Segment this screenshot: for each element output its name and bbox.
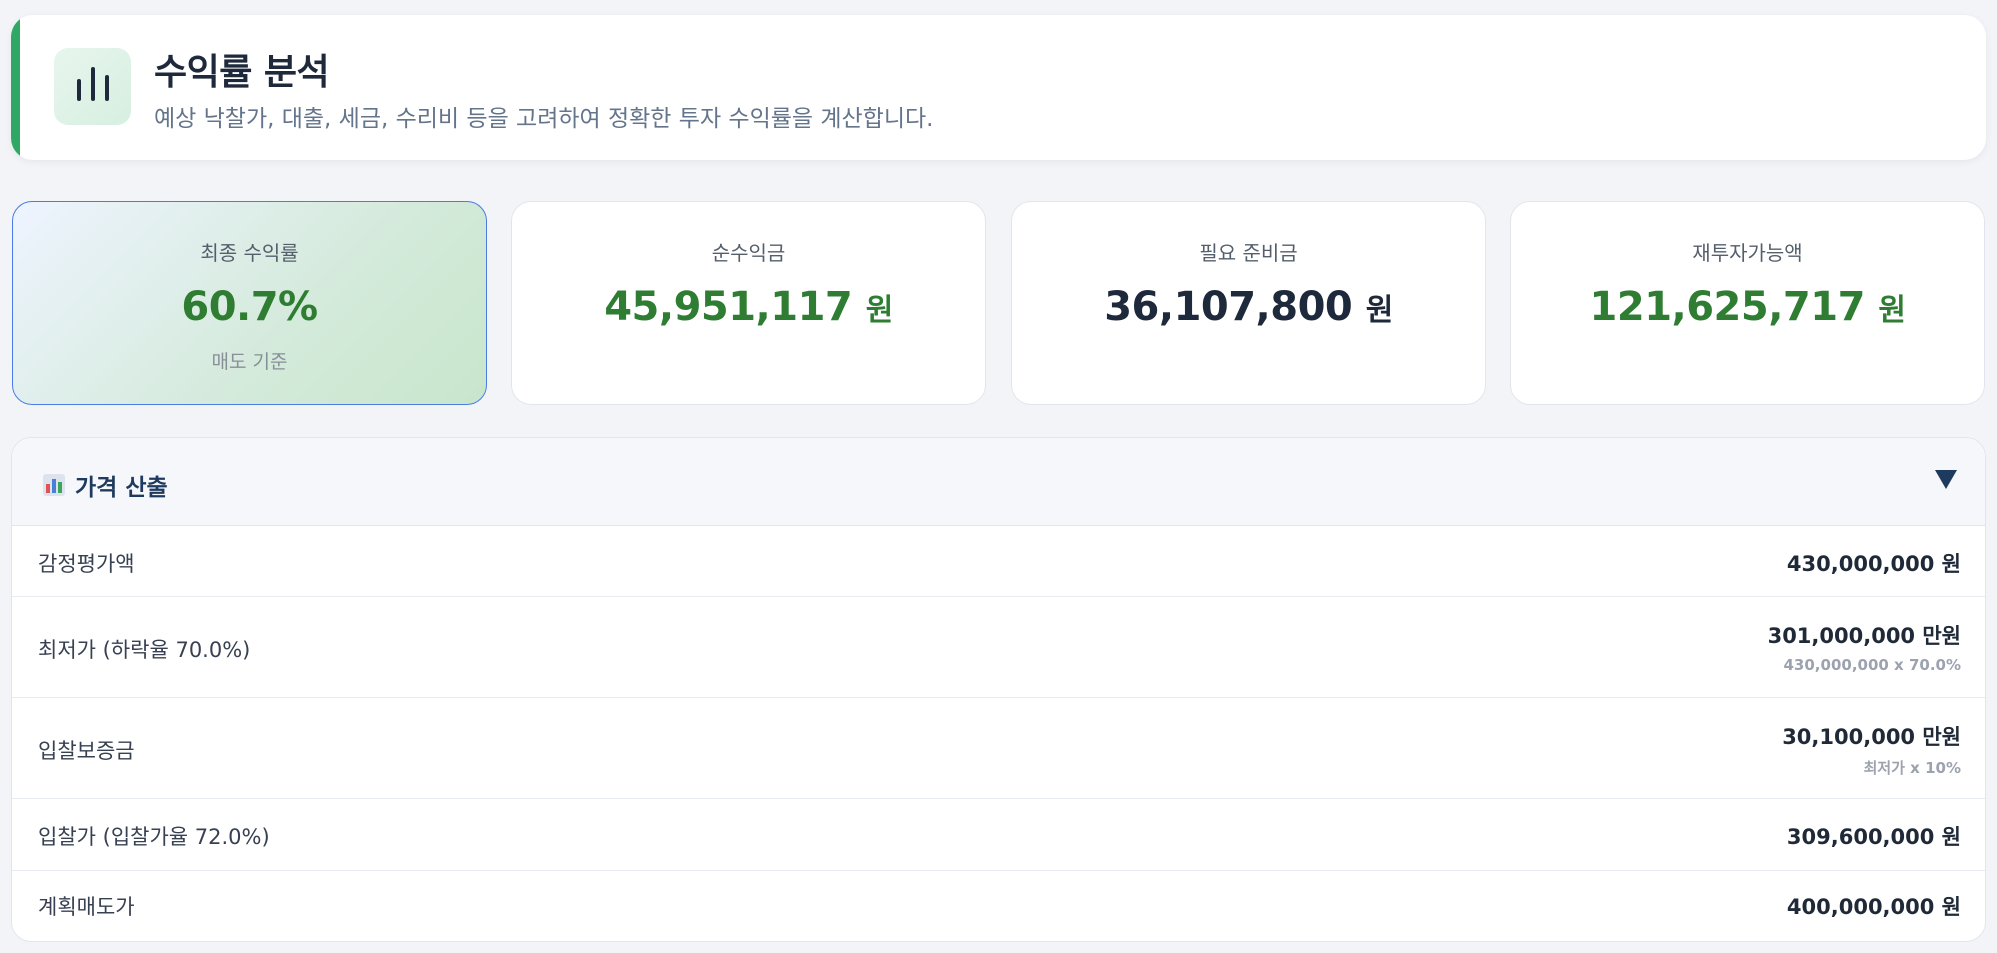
stat-unit: 원 (1878, 293, 1906, 328)
row-formula: 430,000,000 x 70.0% (1783, 656, 1962, 674)
row-value: 30,100,000 만원 (1782, 725, 1961, 749)
price-calculation-panel: 가격 산출 감정평가액 430,000,000 원 최저가 (하락율 70.0%… (11, 437, 1986, 942)
stat-footnote: 매도 기준 (211, 351, 288, 373)
row-label: 최저가 (하락율 70.0%) (38, 638, 251, 662)
stat-value: 36,107,800 원 (1104, 284, 1394, 330)
triangle-down-icon[interactable] (1935, 470, 1957, 489)
row-label: 입찰보증금 (38, 739, 135, 763)
stat-label: 최종 수익률 (200, 241, 299, 265)
row-value: 301,000,000 만원 (1767, 624, 1961, 648)
price-panel-title: 가격 산출 (43, 468, 168, 502)
page-title: 수익률 분석 (154, 52, 330, 93)
stat-card-net-profit[interactable]: 순수익금 45,951,117 원 (511, 201, 986, 405)
stat-unit: 원 (1365, 293, 1394, 328)
stat-label: 재투자가능액 (1692, 241, 1803, 265)
stat-label: 필요 준비금 (1199, 241, 1298, 265)
stat-value: 121,625,717 원 (1589, 284, 1906, 330)
chart-emoji-icon (43, 474, 65, 496)
row-label: 계획매도가 (38, 895, 135, 919)
price-row-planned-sale: 계획매도가 400,000,000 원 (12, 871, 1985, 941)
price-panel-header[interactable]: 가격 산출 (12, 438, 1985, 526)
row-formula: 최저가 x 10% (1863, 759, 1961, 777)
stat-label: 순수익금 (711, 241, 786, 265)
price-row-deposit: 입찰보증금 30,100,000 만원 최저가 x 10% (12, 698, 1985, 799)
price-row-minimum: 최저가 (하락율 70.0%) 301,000,000 만원 430,000,0… (12, 597, 1985, 698)
stat-value: 60.7% (181, 284, 318, 330)
row-label: 입찰가 (입찰가율 72.0%) (38, 825, 270, 849)
stat-unit: 원 (865, 293, 894, 328)
bar-chart-icon (54, 48, 131, 125)
row-value: 309,600,000 원 (1786, 825, 1961, 849)
page-subtitle: 예상 낙찰가, 대출, 세금, 수리비 등을 고려하여 정확한 투자 수익률을 … (154, 106, 934, 132)
price-row-bid: 입찰가 (입찰가율 72.0%) 309,600,000 원 (12, 799, 1985, 871)
row-value: 430,000,000 원 (1786, 552, 1961, 576)
header-card: 수익률 분석 예상 낙찰가, 대출, 세금, 수리비 등을 고려하여 정확한 투… (11, 15, 1986, 160)
row-value: 400,000,000 원 (1786, 895, 1961, 919)
row-label: 감정평가액 (38, 552, 135, 576)
stat-card-required-reserve[interactable]: 필요 준비금 36,107,800 원 (1011, 201, 1486, 405)
stat-card-final-yield[interactable]: 최종 수익률 60.7% 매도 기준 (12, 201, 487, 405)
stat-value: 45,951,117 원 (604, 284, 894, 330)
stat-card-reinvestable[interactable]: 재투자가능액 121,625,717 원 (1510, 201, 1985, 405)
price-row-appraisal: 감정평가액 430,000,000 원 (12, 526, 1985, 597)
